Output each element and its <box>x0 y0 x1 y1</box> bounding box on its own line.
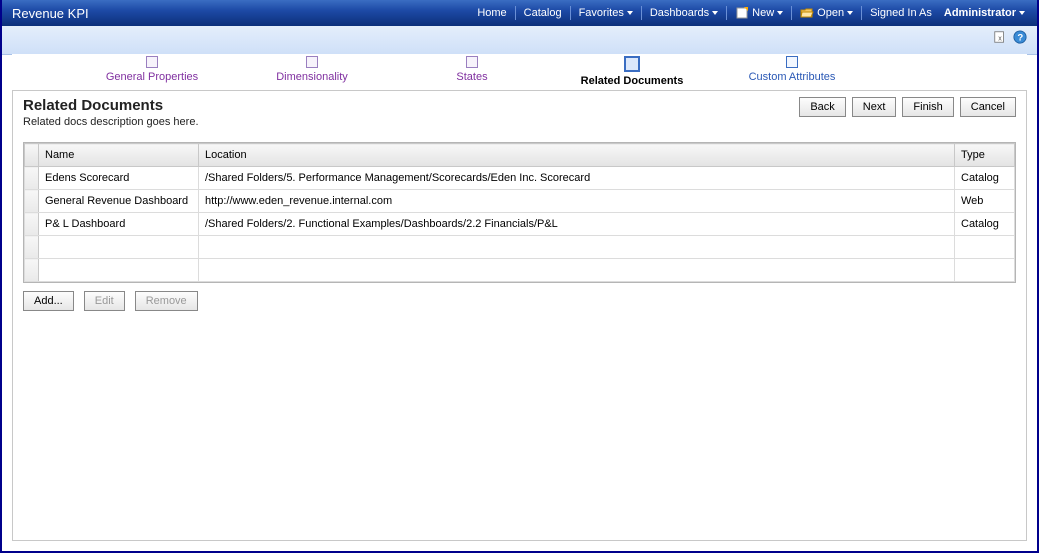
step-general-properties[interactable]: General Properties <box>72 56 232 83</box>
back-button[interactable]: Back <box>799 97 845 117</box>
table-row[interactable] <box>25 236 1015 259</box>
related-docs-table: Name Location Type Edens Scorecard /Shar… <box>23 142 1016 283</box>
panel-description: Related docs description goes here. <box>23 116 199 128</box>
nav-signed-in: Signed In As <box>866 5 936 21</box>
step-custom-attributes[interactable]: Custom Attributes <box>712 56 872 83</box>
step-states[interactable]: States <box>392 56 552 83</box>
finish-button[interactable]: Finish <box>902 97 953 117</box>
sub-toolbar: x ? <box>2 26 1037 55</box>
nav-favorites[interactable]: Favorites <box>575 5 637 21</box>
nav-user-menu[interactable]: Administrator <box>940 5 1029 21</box>
step-related-documents[interactable]: Related Documents <box>552 56 712 87</box>
chevron-down-icon <box>847 11 853 15</box>
svg-text:x: x <box>998 36 1002 43</box>
table-row[interactable]: General Revenue Dashboard http://www.ede… <box>25 190 1015 213</box>
help-icon[interactable]: ? <box>1013 30 1027 44</box>
nav-new[interactable]: New <box>731 4 787 22</box>
nav-open[interactable]: Open <box>796 4 857 22</box>
related-documents-panel: Related Documents Related docs descripti… <box>12 90 1027 541</box>
svg-text:?: ? <box>1017 33 1023 44</box>
table-row[interactable]: P& L Dashboard /Shared Folders/2. Functi… <box>25 213 1015 236</box>
page-title: Revenue KPI <box>12 6 89 21</box>
edit-button[interactable]: Edit <box>84 291 125 311</box>
nav-catalog[interactable]: Catalog <box>520 5 566 21</box>
remove-button[interactable]: Remove <box>135 291 198 311</box>
add-button[interactable]: Add... <box>23 291 74 311</box>
chevron-down-icon <box>712 11 718 15</box>
col-header-location[interactable]: Location <box>199 144 955 167</box>
step-dimensionality[interactable]: Dimensionality <box>232 56 392 83</box>
nav-home[interactable]: Home <box>473 5 510 21</box>
col-header-type[interactable]: Type <box>955 144 1015 167</box>
chevron-down-icon <box>777 11 783 15</box>
cancel-button[interactable]: Cancel <box>960 97 1016 117</box>
panel-title: Related Documents <box>23 97 199 114</box>
new-icon <box>735 6 749 20</box>
top-header: Revenue KPI Home Catalog Favorites Dashb… <box>2 0 1037 26</box>
folder-open-icon <box>800 6 814 20</box>
table-row[interactable]: Edens Scorecard /Shared Folders/5. Perfo… <box>25 167 1015 190</box>
chevron-down-icon <box>627 11 633 15</box>
table-row[interactable] <box>25 259 1015 282</box>
col-header-name[interactable]: Name <box>39 144 199 167</box>
chevron-down-icon <box>1019 11 1025 15</box>
next-button[interactable]: Next <box>852 97 897 117</box>
page-format-icon[interactable]: x <box>993 30 1007 44</box>
nav-dashboards[interactable]: Dashboards <box>646 5 722 21</box>
wizard-train: General Properties Dimensionality States… <box>12 54 1027 90</box>
